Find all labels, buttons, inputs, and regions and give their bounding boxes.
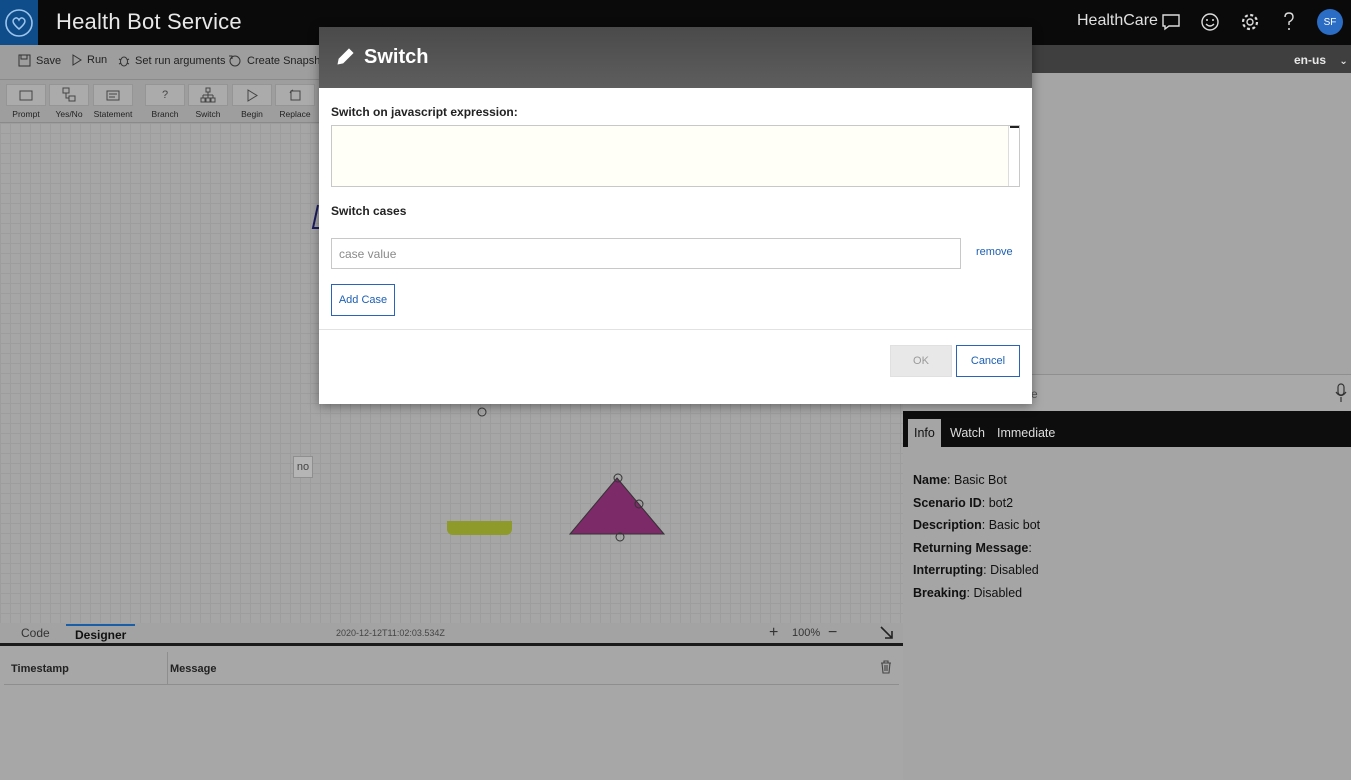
tenant-name[interactable]: HealthCare xyxy=(1077,12,1158,30)
set-run-arguments-label: Set run arguments xyxy=(135,54,226,67)
shape-label: Branch xyxy=(151,109,179,119)
log-table-header: Timestamp Message xyxy=(4,652,899,685)
save-label: Save xyxy=(36,54,62,67)
info-description-value: Basic bot xyxy=(988,518,1041,532)
info-name-row: Name: Basic Bot xyxy=(913,473,1007,487)
gear-icon[interactable] xyxy=(1238,10,1262,34)
no-connector-label[interactable]: no xyxy=(293,456,313,478)
dialog-header: Switch xyxy=(319,27,1032,88)
shape-label: Statement xyxy=(93,109,133,119)
shape-statement[interactable]: Statement xyxy=(92,84,134,122)
run-button[interactable]: Run xyxy=(71,54,107,66)
dialog-title: Switch xyxy=(364,46,429,68)
help-icon[interactable] xyxy=(1277,10,1301,34)
cancel-button[interactable]: Cancel xyxy=(956,345,1020,377)
shape-prompt[interactable]: Prompt xyxy=(5,84,47,122)
microphone-icon[interactable] xyxy=(1335,383,1347,408)
heart-logo-icon[interactable] xyxy=(0,0,38,45)
tab-designer[interactable]: Designer xyxy=(66,624,136,642)
begin-icon xyxy=(232,84,272,106)
info-scenario-label: Scenario ID xyxy=(913,495,982,510)
tab-watch[interactable]: Watch xyxy=(944,419,991,447)
shape-yes-no[interactable]: Yes/No xyxy=(48,84,90,122)
ok-button[interactable]: OK xyxy=(890,345,952,377)
shape-label: Begin xyxy=(241,109,263,119)
log-panel: Timestamp Message xyxy=(0,643,903,780)
info-panel: Name: Basic Bot Scenario ID: bot2 Descri… xyxy=(913,469,1040,604)
info-breaking-label: Breaking xyxy=(913,585,967,600)
shape-branch[interactable]: ? Branch xyxy=(144,84,186,122)
zoom-out-icon[interactable]: − xyxy=(828,624,837,642)
info-interrupting-row: Interrupting: Disabled xyxy=(913,563,1039,577)
saved-timestamp: 2020-12-12T11:02:03.534Z xyxy=(336,628,445,638)
switch-icon xyxy=(188,84,228,106)
info-interrupting-value: Disabled xyxy=(990,563,1039,577)
set-run-arguments-button[interactable]: Set run arguments xyxy=(118,54,226,67)
expression-label: Switch on javascript expression: xyxy=(331,105,518,119)
language-value: en-us xyxy=(1294,53,1327,67)
info-interrupting-label: Interrupting xyxy=(913,563,984,577)
zoom-in-icon[interactable]: + xyxy=(769,624,778,642)
shape-begin[interactable]: Begin xyxy=(231,84,273,122)
log-col-divider xyxy=(167,652,168,685)
create-snapshot-button[interactable]: Create Snapshot xyxy=(228,54,330,67)
remove-case-link[interactable]: remove xyxy=(976,246,1013,258)
zoom-level: 100% xyxy=(792,627,821,639)
shape-replace[interactable]: Replace xyxy=(274,84,316,122)
switch-dialog: Switch Switch on javascript expression: … xyxy=(319,27,1032,404)
info-scenario-value: bot2 xyxy=(988,495,1014,510)
shape-label: Prompt xyxy=(12,109,40,119)
dialog-divider xyxy=(319,329,1032,330)
chevron-down-icon: ⌄ xyxy=(1339,56,1348,67)
info-description-row: Description: Basic bot xyxy=(913,518,1041,532)
save-button[interactable]: Save xyxy=(18,54,61,67)
info-description-label: Description xyxy=(913,518,982,532)
save-icon xyxy=(18,54,31,67)
app-title: Health Bot Service xyxy=(56,9,242,34)
chat-icon[interactable] xyxy=(1159,10,1183,34)
cases-label: Switch cases xyxy=(331,204,407,218)
trash-icon[interactable] xyxy=(880,660,892,679)
debug-tabs: Info Watch Immediate xyxy=(903,411,1351,447)
info-returning-row: Returning Message: xyxy=(913,540,1032,555)
log-col-timestamp: Timestamp xyxy=(11,663,69,675)
node-port[interactable] xyxy=(476,407,488,419)
shape-label: Yes/No xyxy=(55,109,83,119)
tab-info[interactable]: Info xyxy=(908,419,941,447)
yes-no-icon xyxy=(49,84,89,106)
create-snapshot-label: Create Snapshot xyxy=(247,54,330,67)
add-case-button[interactable]: Add Case xyxy=(331,284,395,316)
chat-input-placeholder: e xyxy=(1031,387,1038,401)
shape-switch[interactable]: Switch xyxy=(187,84,229,122)
play-icon xyxy=(72,54,82,66)
user-avatar[interactable]: SF xyxy=(1317,9,1343,35)
replace-icon xyxy=(275,84,315,106)
info-returning-label: Returning Message xyxy=(913,540,1029,555)
snapshot-icon xyxy=(229,55,241,67)
end-triangle-node[interactable] xyxy=(565,473,669,545)
case-value-input[interactable] xyxy=(331,238,961,269)
tab-code[interactable]: Code xyxy=(21,626,50,640)
log-col-message: Message xyxy=(170,663,217,675)
branch-icon: ? xyxy=(145,84,185,106)
flow-node[interactable] xyxy=(447,521,512,535)
canvas-tabs: Code Designer 2020-12-12T11:02:03.534Z +… xyxy=(0,623,903,643)
smiley-icon[interactable] xyxy=(1198,10,1222,34)
language-select[interactable]: en-us ⌄ xyxy=(1294,53,1348,67)
editor-scrollbar[interactable] xyxy=(1008,126,1019,186)
tab-immediate[interactable]: Immediate xyxy=(991,419,1061,447)
expression-editor[interactable] xyxy=(331,125,1020,187)
shape-label: Replace xyxy=(279,109,311,119)
run-label: Run xyxy=(87,54,108,66)
info-breaking-row: Breaking: Disabled xyxy=(913,585,1023,600)
info-name-label: Name xyxy=(913,473,948,487)
prompt-icon xyxy=(6,84,46,106)
info-name-value: Basic Bot xyxy=(954,473,1007,487)
info-scenario-row: Scenario ID: bot2 xyxy=(913,495,1014,510)
bug-icon xyxy=(118,56,130,67)
statement-icon xyxy=(93,84,133,106)
pencil-icon xyxy=(335,47,355,72)
shape-label: Switch xyxy=(195,109,221,119)
info-breaking-value: Disabled xyxy=(973,585,1023,600)
